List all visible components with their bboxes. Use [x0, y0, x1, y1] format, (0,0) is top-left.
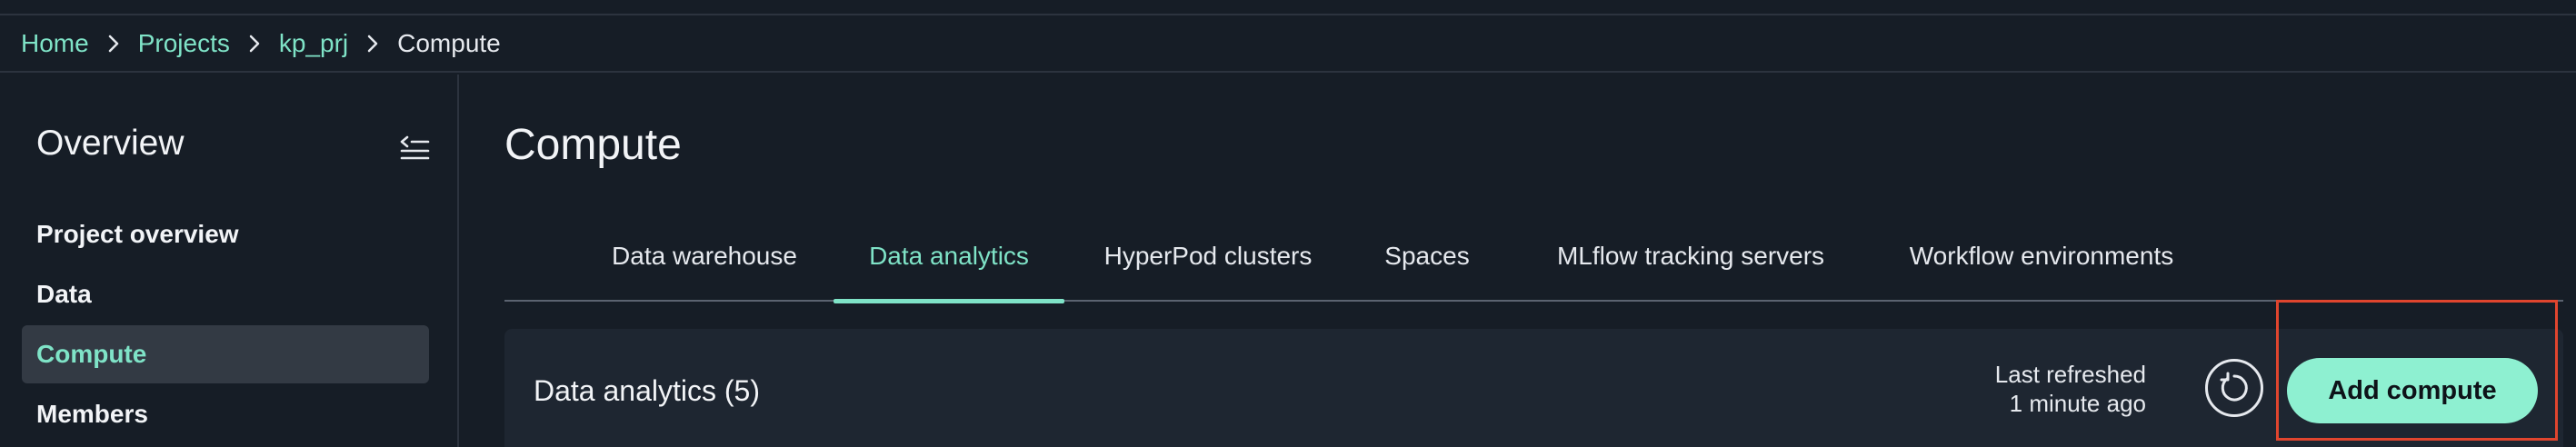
tab-workflow-environments[interactable]: Workflow environments — [1892, 227, 2191, 302]
panel-title: Data analytics (5) — [534, 374, 760, 407]
sidebar-title: Overview — [36, 124, 185, 163]
tab-data-analytics[interactable]: Data analytics — [834, 227, 1064, 303]
page-title: Compute — [504, 121, 682, 169]
sidebar-item-project-overview[interactable]: Project overview — [22, 205, 429, 263]
breadcrumb-project-link[interactable]: kp_prj — [279, 29, 348, 58]
last-refreshed-label: Last refreshed — [1994, 361, 2146, 388]
refresh-button[interactable] — [2205, 359, 2263, 417]
sidebar-item-compute[interactable]: Compute — [22, 325, 429, 383]
collapse-sidebar-icon[interactable] — [396, 129, 433, 165]
breadcrumb-projects-link[interactable]: Projects — [138, 29, 230, 58]
breadcrumb: Home Projects kp_prj Compute — [0, 15, 2576, 73]
breadcrumb-current: Compute — [397, 28, 501, 57]
tab-bar: Data warehouse Data analytics HyperPod c… — [504, 227, 2563, 303]
data-analytics-panel: Data analytics (5) Last refreshed 1 minu… — [504, 329, 2563, 447]
tab-hyperpod-clusters[interactable]: HyperPod clusters — [1091, 227, 1325, 302]
tab-data-warehouse[interactable]: Data warehouse — [605, 227, 804, 302]
last-refreshed-time: 1 minute ago — [2009, 390, 2146, 417]
add-compute-button[interactable]: Add compute — [2287, 358, 2538, 423]
chevron-right-icon — [348, 25, 397, 62]
last-refreshed-status: Last refreshed 1 minute ago — [1995, 360, 2146, 418]
tab-spaces[interactable]: Spaces — [1377, 227, 1477, 302]
refresh-icon — [2217, 371, 2252, 405]
tab-mlflow-tracking-servers[interactable]: MLflow tracking servers — [1535, 227, 1846, 302]
sidebar: Overview Project overview Data Compute M… — [0, 74, 459, 447]
chevron-right-icon — [230, 25, 279, 62]
sidebar-item-data[interactable]: Data — [22, 265, 429, 323]
chevron-right-icon — [89, 25, 138, 62]
top-strip — [0, 0, 2576, 15]
sidebar-item-members[interactable]: Members — [22, 385, 429, 443]
breadcrumb-home-link[interactable]: Home — [21, 29, 89, 58]
